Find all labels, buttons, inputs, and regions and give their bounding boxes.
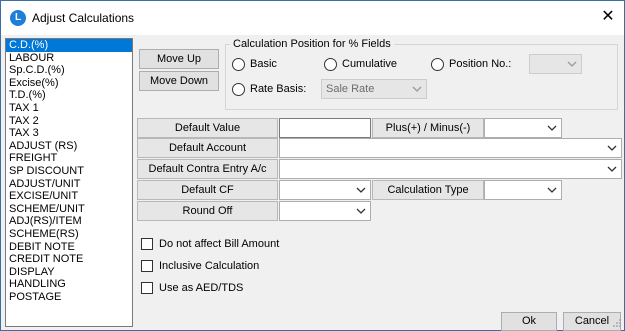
rate-basis-radio[interactable]	[232, 83, 245, 96]
inclusive-calc-checkbox[interactable]	[141, 260, 153, 272]
round-off-label: Round Off	[137, 201, 278, 221]
calculation-type-label: Calculation Type	[372, 180, 484, 200]
no-affect-bill-checkbox[interactable]	[141, 238, 153, 250]
list-item[interactable]: DISPLAY	[6, 266, 132, 279]
round-off-select[interactable]	[279, 201, 371, 221]
close-icon[interactable]: ✕	[598, 7, 618, 27]
move-down-button[interactable]: Move Down	[139, 71, 219, 91]
use-as-aed-label: Use as AED/TDS	[159, 282, 244, 294]
chevron-down-icon	[567, 61, 577, 67]
chevron-down-icon	[356, 187, 366, 193]
calculation-type-select[interactable]	[484, 180, 562, 200]
list-item[interactable]: C.D.(%)	[6, 39, 132, 52]
position-no-radio[interactable]	[431, 58, 444, 71]
list-item[interactable]: CREDIT NOTE	[6, 253, 132, 266]
resize-grip-icon[interactable]	[612, 318, 622, 328]
calculation-list[interactable]: C.D.(%) LABOUR Sp.C.D.(%) Excise(%) T.D.(%) T…	[5, 38, 133, 327]
cumulative-radio-label: Cumulative	[342, 58, 398, 70]
list-item[interactable]: EXCISE/UNIT	[6, 190, 132, 203]
inclusive-calc-label: Inclusive Calculation	[159, 260, 260, 272]
chevron-down-icon	[547, 187, 557, 193]
list-item[interactable]: TAX 1	[6, 102, 132, 115]
basic-radio[interactable]	[232, 58, 245, 71]
plus-minus-label: Plus(+) / Minus(-)	[372, 118, 484, 138]
chevron-down-icon	[607, 166, 617, 172]
adjust-calculations-window: L Adjust Calculations ✕ C.D.(%) LABOUR Sp.…	[0, 0, 625, 331]
list-item[interactable]: FREIGHT	[6, 152, 132, 165]
list-item[interactable]: LABOUR	[6, 52, 132, 65]
list-item[interactable]: ADJUST (RS)	[6, 140, 132, 153]
default-value-input[interactable]	[279, 118, 371, 138]
window-title: Adjust Calculations	[32, 11, 135, 25]
basic-radio-label: Basic	[250, 58, 277, 70]
list-item[interactable]: DEBIT NOTE	[6, 241, 132, 254]
no-affect-bill-label: Do not affect Bill Amount	[159, 238, 280, 250]
list-item[interactable]: Sp.C.D.(%)	[6, 64, 132, 77]
default-contra-label: Default Contra Entry A/c	[137, 159, 278, 179]
chevron-down-icon	[547, 125, 557, 131]
default-cf-select[interactable]	[279, 180, 371, 200]
move-up-button[interactable]: Move Up	[139, 49, 219, 69]
list-item[interactable]: T.D.(%)	[6, 89, 132, 102]
chevron-down-icon	[607, 145, 617, 151]
plus-minus-select[interactable]	[484, 118, 562, 138]
chevron-down-icon	[356, 208, 366, 214]
chevron-down-icon	[412, 86, 422, 92]
list-item[interactable]: TAX 3	[6, 127, 132, 140]
list-item[interactable]: SCHEME/UNIT	[6, 203, 132, 216]
default-value-label: Default Value	[137, 118, 278, 138]
rate-basis-select[interactable]: Sale Rate	[321, 79, 427, 99]
rate-basis-value: Sale Rate	[326, 83, 375, 95]
list-item[interactable]: POSTAGE	[6, 291, 132, 304]
list-item[interactable]: ADJUST/UNIT	[6, 178, 132, 191]
cumulative-radio[interactable]	[324, 58, 337, 71]
list-item[interactable]: ADJ(RS)/ITEM	[6, 215, 132, 228]
default-account-select[interactable]	[279, 138, 622, 158]
default-account-label: Default Account	[137, 138, 278, 158]
default-cf-label: Default CF	[137, 180, 278, 200]
default-contra-select[interactable]	[279, 159, 622, 179]
title-bar: L Adjust Calculations ✕	[1, 1, 624, 35]
app-logo-icon: L	[10, 10, 26, 26]
list-item[interactable]: SP DISCOUNT	[6, 165, 132, 178]
list-item[interactable]: Excise(%)	[6, 77, 132, 90]
list-item[interactable]: TAX 2	[6, 115, 132, 128]
calculation-position-group-title: Calculation Position for % Fields	[230, 38, 394, 50]
position-no-select[interactable]	[529, 54, 582, 74]
use-as-aed-checkbox[interactable]	[141, 282, 153, 294]
ok-button[interactable]: Ok	[501, 312, 557, 331]
list-item[interactable]: HANDLING	[6, 278, 132, 291]
rate-basis-radio-label: Rate Basis:	[250, 83, 307, 95]
position-no-radio-label: Position No.:	[449, 58, 512, 70]
list-item[interactable]: SCHEME(RS)	[6, 228, 132, 241]
